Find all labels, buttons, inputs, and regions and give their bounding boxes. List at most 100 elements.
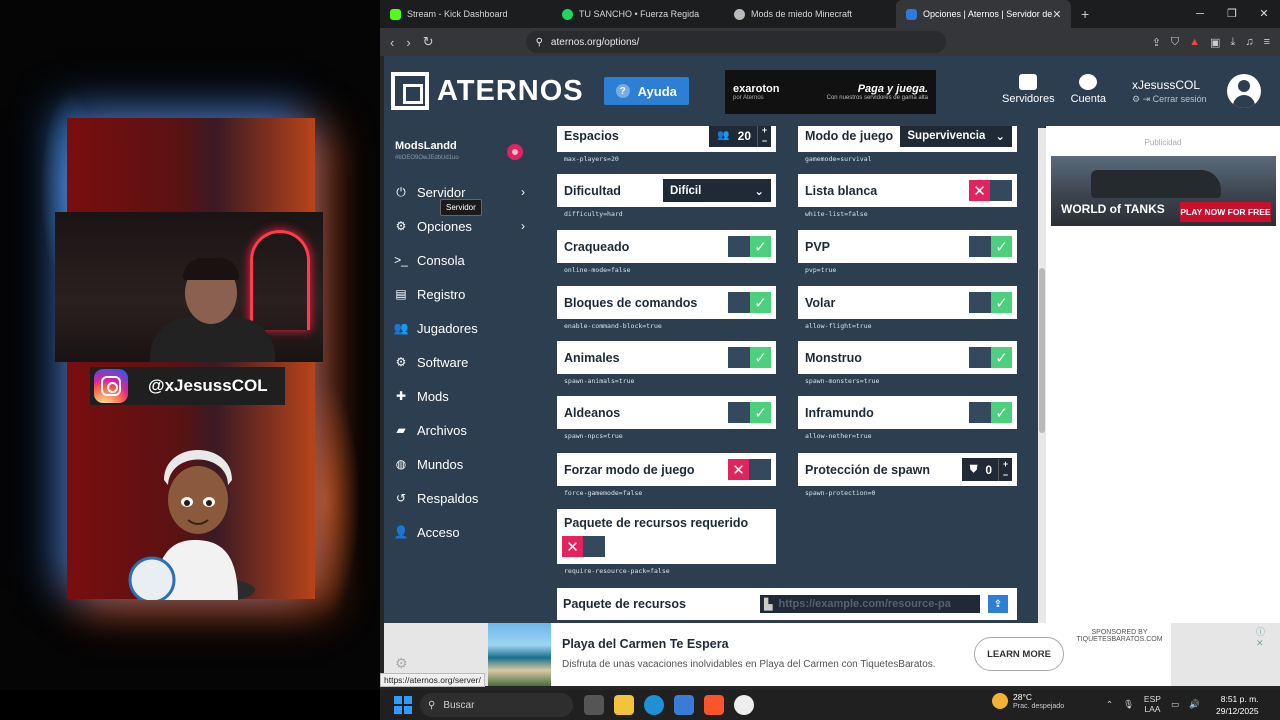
close-tab-icon[interactable]: ✕ — [1052, 8, 1061, 21]
chevron-down-icon: ⌄ — [995, 130, 1005, 143]
play-now-button[interactable]: PLAY NOW FOR FREE — [1180, 202, 1271, 222]
force-gamemode-toggle[interactable]: ✕ — [728, 459, 771, 480]
sidebar-item-archivos[interactable]: ▰ Archivos — [384, 413, 535, 447]
servers-link[interactable]: Servidores — [1002, 74, 1055, 105]
language-indicator[interactable]: ESP LAA — [1144, 694, 1161, 714]
flight-toggle[interactable]: ✓ — [969, 292, 1012, 313]
increment-button[interactable]: + — [758, 126, 771, 136]
logout-link[interactable]: ⚙ ⇥ Cerrar sesión — [1132, 94, 1207, 105]
back-button[interactable]: ‹ — [390, 35, 394, 50]
menu-icon[interactable]: ≡ — [1264, 36, 1270, 49]
forward-button[interactable]: › — [406, 35, 410, 50]
exaroton-ad[interactable]: exaroton por Aternos Paga y juega. Con n… — [725, 70, 936, 114]
option-key: pvp=true — [805, 266, 837, 274]
chevron-up-icon[interactable]: ⌃ — [1106, 699, 1113, 710]
spawn-protection-stepper[interactable]: ⛊ 0 + − — [961, 458, 1012, 481]
server-id: #bOEO9OwJEdbUd1uo — [395, 155, 459, 161]
taskbar-search[interactable]: ⚲ Buscar — [420, 693, 573, 717]
windows-start-icon[interactable] — [394, 696, 412, 714]
ad-close-icon[interactable]: ⓘ ✕ — [1256, 625, 1265, 649]
option-key: spawn-animals=true — [564, 377, 635, 385]
url-field[interactable]: ⚲ aternos.org/options/ — [525, 31, 946, 53]
learn-more-button[interactable]: LEARN MORE — [974, 637, 1064, 671]
ad-title: Playa del Carmen Te Espera — [562, 637, 729, 651]
difficulty-select[interactable]: Difícil ⌄ — [663, 179, 771, 202]
aternos-logo-text[interactable]: ATERNOS — [437, 75, 584, 108]
tab-kick[interactable]: Stream - Kick Dashboard — [380, 0, 552, 28]
npcs-toggle[interactable]: ✓ — [728, 402, 771, 423]
animals-toggle[interactable]: ✓ — [728, 347, 771, 368]
scrollbar[interactable] — [1038, 128, 1046, 623]
file-explorer-icon[interactable] — [614, 695, 634, 715]
sidebar-item-mundos[interactable]: ◍ Mundos — [384, 447, 535, 481]
close-window-button[interactable]: ✕ — [1248, 0, 1280, 28]
whitelist-toggle[interactable]: ✕ — [969, 180, 1012, 201]
scrollbar-thumb[interactable] — [1039, 268, 1045, 433]
temperature: 28°C — [1013, 692, 1032, 702]
sidebar-icon[interactable]: ▣ — [1210, 36, 1220, 49]
store-icon[interactable] — [674, 695, 694, 715]
sidebar-item-software[interactable]: ⚙ Software — [384, 345, 535, 379]
username: xJesussCOL — [1132, 78, 1201, 92]
command-blocks-toggle[interactable]: ✓ — [728, 292, 771, 313]
max-players-stepper[interactable]: 👥 20 + − — [709, 126, 771, 147]
address-bar: ‹ › ↻ ⚲ aternos.org/options/ ⇪ ⛉ ▲ ▣ ⤓ ♫… — [380, 28, 1280, 56]
gamemode-select[interactable]: Supervivencia ⌄ — [900, 126, 1012, 147]
option-box: Aldeanos ✓ — [557, 396, 776, 429]
account-link[interactable]: Cuenta — [1071, 74, 1106, 105]
aternos-logo-icon[interactable] — [391, 72, 429, 110]
bottom-ad[interactable]: Playa del Carmen Te Espera Disfruta de u… — [488, 623, 1265, 686]
edge-icon[interactable] — [644, 695, 664, 715]
pvp-toggle[interactable]: ✓ — [969, 236, 1012, 257]
sidebar-item-consola[interactable]: >_ Consola — [384, 243, 535, 277]
obs-icon[interactable] — [734, 695, 754, 715]
sidebar-item-registro[interactable]: ▤ Registro — [384, 277, 535, 311]
user-avatar-icon[interactable] — [1227, 74, 1261, 108]
settings-gear-icon[interactable]: ⚙ — [395, 655, 408, 672]
ad-sponsor: SPONSORED BY TIQUETESBARATOS.COM — [1072, 629, 1167, 643]
help-button[interactable]: ? Ayuda — [603, 77, 689, 105]
increment-button[interactable]: + — [999, 459, 1012, 470]
online-mode-toggle[interactable]: ✓ — [728, 236, 771, 257]
tab-aternos[interactable]: Opciones | Aternos | Servidor de ✕ — [896, 0, 1071, 28]
instagram-handle: @xJesussCOL — [148, 376, 268, 395]
sidebar-item-acceso[interactable]: 👤 Acceso — [384, 515, 535, 549]
sidebar-item-mods[interactable]: ✚ Mods — [384, 379, 535, 413]
restore-button[interactable]: ❐ — [1216, 0, 1248, 28]
nether-toggle[interactable]: ✓ — [969, 402, 1012, 423]
media-icon[interactable]: ♫ — [1245, 36, 1253, 49]
users-icon: 👥 — [393, 321, 409, 335]
sidebar-item-jugadores[interactable]: 👥 Jugadores — [384, 311, 535, 345]
monsters-toggle[interactable]: ✓ — [969, 347, 1012, 368]
reload-button[interactable]: ↻ — [423, 34, 434, 50]
upload-button[interactable]: ⇪ — [988, 595, 1008, 613]
decrement-button[interactable]: − — [758, 136, 771, 147]
clock[interactable]: 8:51 p. m. 29/12/2025 — [1216, 693, 1259, 717]
shield-icon[interactable]: ⛉ — [1171, 36, 1179, 49]
neon-arch — [250, 230, 310, 330]
volume-icon[interactable]: 🔊 — [1189, 699, 1200, 710]
network-icon[interactable]: ▭ — [1171, 699, 1179, 710]
task-view-icon[interactable] — [584, 695, 604, 715]
weather-widget[interactable]: 28°C Prac. despejado — [992, 692, 1064, 710]
tab-mods[interactable]: Mods de miedo Minecraft — [724, 0, 896, 28]
tab-music[interactable]: TU SANCHO • Fuerza Regida — [552, 0, 724, 28]
site-info-icon[interactable]: ⚲ — [536, 37, 543, 48]
select-value: Supervivencia — [907, 129, 986, 142]
require-pack-toggle[interactable]: ✕ — [562, 536, 605, 557]
rewards-icon[interactable]: ▲ — [1189, 36, 1200, 49]
taskbar: ⚲ Buscar 28°C Prac. despejado ⌃ 🎙 ESP LA… — [380, 690, 1280, 720]
minimize-button[interactable]: ─ — [1184, 0, 1216, 28]
mic-icon[interactable]: 🎙 — [1123, 699, 1134, 710]
share-icon[interactable]: ⇪ — [1152, 36, 1161, 49]
weather-text: 28°C Prac. despejado — [1013, 692, 1064, 710]
select-value: Difícil — [670, 184, 702, 197]
decrement-button[interactable]: − — [999, 470, 1012, 481]
download-icon[interactable]: ⤓ — [1230, 36, 1235, 49]
wot-ad[interactable]: WORLD of TANKS PLAY NOW FOR FREE — [1051, 156, 1276, 226]
new-tab-button[interactable]: + — [1081, 6, 1089, 22]
resource-pack-input[interactable]: ▙ https://example.com/resource-pa — [760, 595, 980, 613]
sidebar-item-respaldos[interactable]: ↺ Respaldos — [384, 481, 535, 515]
brave-icon[interactable] — [704, 695, 724, 715]
option-box: Craqueado ✓ — [557, 230, 776, 263]
